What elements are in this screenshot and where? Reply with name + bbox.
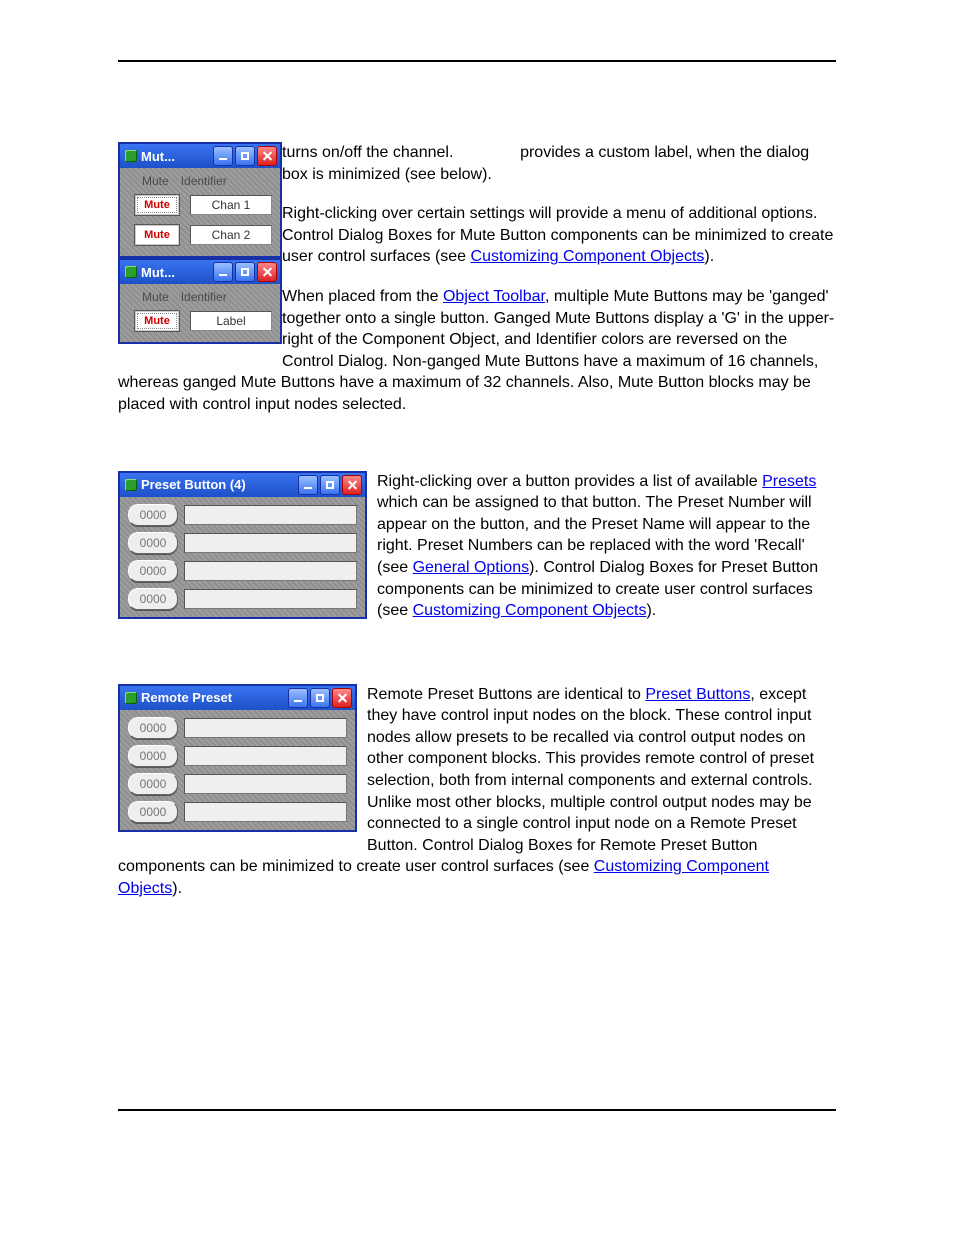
preset-button[interactable]: 0000 (128, 801, 178, 823)
mute-button[interactable]: Mute (134, 224, 180, 246)
app-icon (125, 266, 137, 278)
mute-dialog-stack: Mut... Mute Identifier Mute Chan 1 (118, 142, 282, 344)
identifier-field[interactable]: Chan 2 (190, 225, 272, 245)
mute-dialog-1: Mut... Mute Identifier Mute Chan 1 (118, 142, 282, 258)
text: When placed from the (282, 288, 443, 305)
preset-button[interactable]: 0000 (128, 773, 178, 795)
minimize-icon[interactable] (298, 475, 318, 495)
dialog-body: 0000 0000 0000 0000 (120, 497, 365, 617)
preset-dialog-wrap: Preset Button (4) 0000 0000 (118, 471, 367, 619)
dialog-title: Mut... (141, 149, 213, 164)
text: ). (704, 248, 714, 265)
dialog-titlebar[interactable]: Preset Button (4) (120, 473, 365, 497)
maximize-icon[interactable] (310, 688, 330, 708)
preset-name-field[interactable] (184, 533, 357, 553)
mute-section: Mut... Mute Identifier Mute Chan 1 (118, 142, 836, 416)
preset-button[interactable]: 0000 (128, 717, 178, 739)
link-customizing[interactable]: Customizing Component Objects (413, 602, 647, 619)
mute-dialog-2: Mut... Mute Identifier Mute Label (118, 258, 282, 344)
preset-row: 0000 (124, 557, 361, 585)
preset-dialog: Preset Button (4) 0000 0000 (118, 471, 367, 619)
remote-dialog-wrap: Remote Preset 0000 0000 (118, 684, 357, 832)
minimize-icon[interactable] (213, 262, 233, 282)
minimize-icon[interactable] (213, 146, 233, 166)
column-headers: Mute Identifier (124, 288, 276, 308)
dialog-title: Remote Preset (141, 690, 288, 705)
preset-name-field[interactable] (184, 561, 357, 581)
app-icon (125, 692, 137, 704)
bottom-rule (118, 1109, 836, 1111)
preset-button[interactable]: 0000 (128, 532, 178, 554)
text: Remote Preset Buttons are identical to (367, 686, 645, 703)
dialog-titlebar[interactable]: Mut... (120, 144, 280, 168)
remote-dialog: Remote Preset 0000 0000 (118, 684, 357, 832)
maximize-icon[interactable] (320, 475, 340, 495)
dialog-title: Preset Button (4) (141, 477, 298, 492)
dialog-body: 0000 0000 0000 0000 (120, 710, 355, 830)
preset-button[interactable]: 0000 (128, 504, 178, 526)
dialog-titlebar[interactable]: Mut... (120, 260, 280, 284)
hdr-mute: Mute (142, 174, 169, 188)
hdr-ident: Identifier (181, 174, 227, 188)
close-icon[interactable] (257, 146, 277, 166)
preset-name-field[interactable] (184, 718, 347, 738)
mute-button[interactable]: Mute (134, 194, 180, 216)
mute-row-label: Mute Label (124, 308, 276, 338)
preset-row: 0000 (124, 529, 361, 557)
dialog-title: Mut... (141, 265, 213, 280)
mute-row-1: Mute Chan 1 (124, 192, 276, 222)
link-customizing[interactable]: Customizing Component Objects (471, 248, 705, 265)
remote-row: 0000 (124, 798, 351, 826)
text: turns on/off the channel. (282, 144, 458, 161)
maximize-icon[interactable] (235, 146, 255, 166)
preset-row: 0000 (124, 585, 361, 613)
preset-name-field[interactable] (184, 802, 347, 822)
preset-row: 0000 (124, 501, 361, 529)
hdr-ident: Identifier (181, 290, 227, 304)
text: ). (172, 880, 182, 897)
link-presets[interactable]: Presets (762, 473, 816, 490)
preset-button[interactable]: 0000 (128, 588, 178, 610)
top-rule (118, 60, 836, 62)
mute-button[interactable]: Mute (134, 310, 180, 332)
minimize-icon[interactable] (288, 688, 308, 708)
dialog-body: Mute Identifier Mute Label (120, 284, 280, 342)
preset-name-field[interactable] (184, 746, 347, 766)
preset-name-field[interactable] (184, 589, 357, 609)
close-icon[interactable] (332, 688, 352, 708)
link-preset-buttons[interactable]: Preset Buttons (645, 686, 750, 703)
preset-name-field[interactable] (184, 505, 357, 525)
remote-section: Remote Preset 0000 0000 (118, 684, 836, 900)
text: Right-clicking over a button provides a … (377, 473, 762, 490)
app-icon (125, 150, 137, 162)
dialog-body: Mute Identifier Mute Chan 1 Mute Chan 2 (120, 168, 280, 256)
hdr-mute: Mute (142, 290, 169, 304)
remote-row: 0000 (124, 714, 351, 742)
preset-section: Preset Button (4) 0000 0000 (118, 471, 836, 629)
text: ). (646, 602, 656, 619)
close-icon[interactable] (257, 262, 277, 282)
maximize-icon[interactable] (235, 262, 255, 282)
link-object-toolbar[interactable]: Object Toolbar (443, 288, 545, 305)
preset-button[interactable]: 0000 (128, 745, 178, 767)
identifier-field[interactable]: Chan 1 (190, 195, 272, 215)
app-icon (125, 479, 137, 491)
remote-row: 0000 (124, 770, 351, 798)
identifier-label[interactable]: Label (190, 311, 272, 331)
preset-name-field[interactable] (184, 774, 347, 794)
close-icon[interactable] (342, 475, 362, 495)
preset-button[interactable]: 0000 (128, 560, 178, 582)
mute-row-2: Mute Chan 2 (124, 222, 276, 252)
link-general-options[interactable]: General Options (413, 559, 530, 576)
dialog-titlebar[interactable]: Remote Preset (120, 686, 355, 710)
remote-row: 0000 (124, 742, 351, 770)
column-headers: Mute Identifier (124, 172, 276, 192)
